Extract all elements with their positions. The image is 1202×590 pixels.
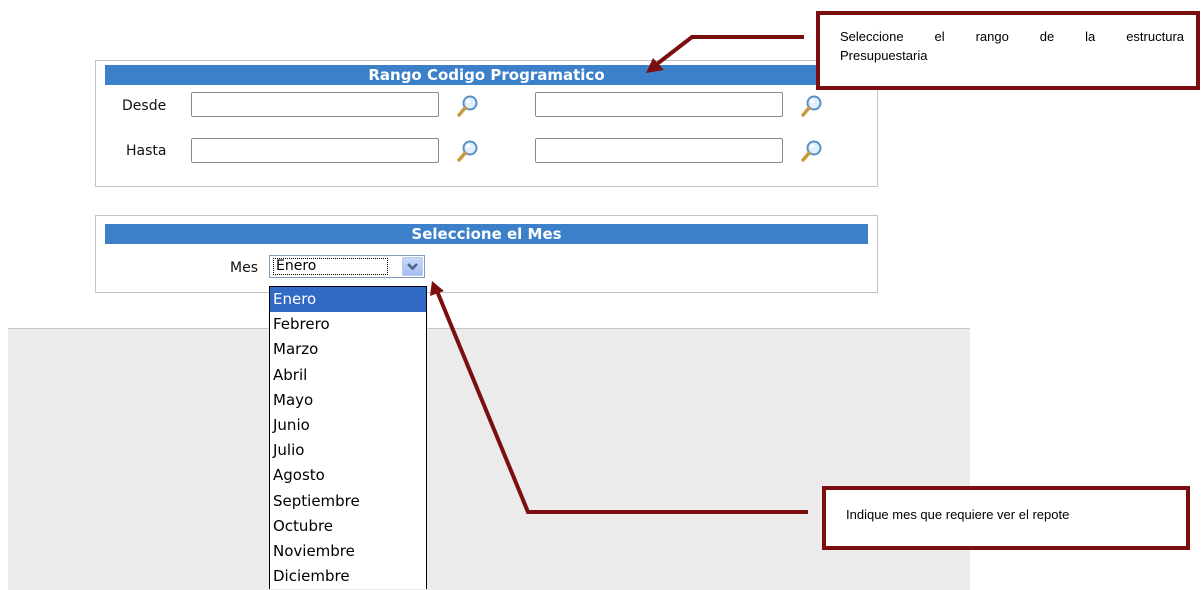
callout-arrows: [430, 35, 808, 514]
month-arrow-line: [435, 290, 808, 514]
range-arrow-line: [655, 35, 804, 66]
